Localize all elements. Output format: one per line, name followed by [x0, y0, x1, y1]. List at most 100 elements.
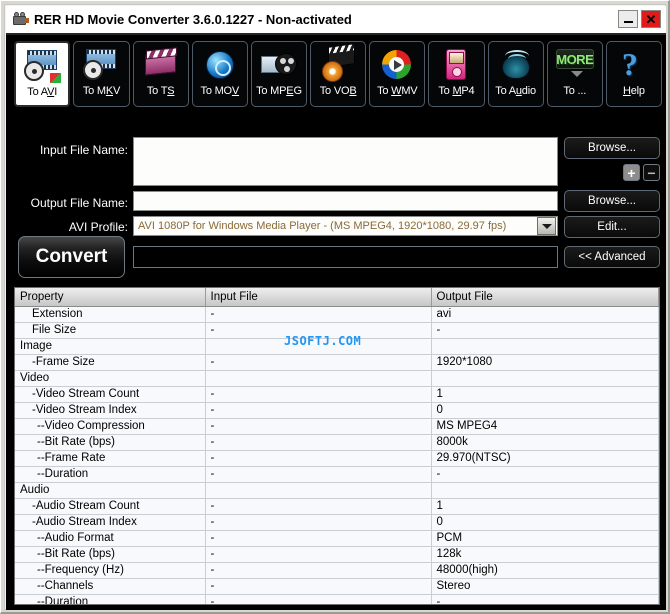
mkv-film-icon: [81, 47, 121, 83]
toolbar-button-to-mov[interactable]: To MOV: [191, 41, 248, 107]
cell-output-file: [431, 482, 659, 499]
cell-input-file: -: [205, 386, 432, 403]
application-body: To AVI To MKV To TS To MOV To MPEG To VO…: [6, 33, 666, 610]
table-row[interactable]: --Duration - -: [15, 466, 659, 483]
title-bar: RER HD Movie Converter 3.6.0.1227 - Non-…: [6, 6, 666, 33]
table-header-row: Property Input File Output File: [15, 288, 659, 307]
more-icon-text: MORE: [556, 51, 594, 67]
cell-input-file: -: [205, 514, 432, 531]
ts-clapper-icon: [141, 47, 181, 83]
add-file-button[interactable]: +: [623, 164, 640, 181]
cell-input-file: -: [205, 578, 432, 595]
minimize-button[interactable]: [618, 10, 638, 28]
toolbar-button-to-more[interactable]: MORE To ...: [546, 41, 603, 107]
column-header-input-file[interactable]: Input File: [205, 288, 432, 307]
browse-output-button[interactable]: Browse...: [564, 190, 660, 212]
toolbar-label-to-avi: To AVI: [27, 86, 58, 98]
convert-button[interactable]: Convert: [18, 236, 125, 278]
toolbar-button-to-avi[interactable]: To AVI: [14, 41, 71, 107]
table-row[interactable]: --Frequency (Hz) -48000(high): [15, 562, 659, 579]
cell-property: --Channels: [15, 578, 206, 595]
table-row[interactable]: --Channels - Stereo: [15, 578, 659, 595]
cell-property: -Frame Size: [15, 354, 206, 371]
toolbar-label-to-wmv: To WMV: [377, 85, 418, 97]
table-row[interactable]: -Audio Stream Count -1: [15, 498, 659, 515]
table-row[interactable]: -Audio Stream Index -0: [15, 514, 659, 531]
column-header-property[interactable]: Property: [15, 288, 206, 307]
table-row[interactable]: -Video Stream Index -0: [15, 402, 659, 419]
window-title: RER HD Movie Converter 3.6.0.1227 - Non-…: [34, 12, 352, 27]
cell-output-file: 1: [431, 386, 659, 403]
table-row[interactable]: --Bit Rate (bps) -128k: [15, 546, 659, 563]
toolbar-label-help: Help: [622, 85, 645, 97]
cell-property: --Duration: [15, 594, 206, 604]
cell-output-file: MS MPEG4: [431, 418, 659, 435]
cell-input-file: -: [205, 562, 432, 579]
cell-input-file: -: [205, 466, 432, 483]
toolbar-button-to-vob[interactable]: To VOB: [310, 41, 367, 107]
remove-file-button[interactable]: −: [643, 164, 660, 181]
advanced-toggle-button[interactable]: << Advanced: [564, 246, 660, 268]
table-row[interactable]: --Frame Rate -29.970(NTSC): [15, 450, 659, 467]
toolbar-button-to-mpeg[interactable]: To MPEG: [250, 41, 308, 107]
toolbar-label-to-mkv: To MKV: [82, 85, 121, 97]
table-row[interactable]: Audio: [15, 482, 659, 499]
conversion-form: Input File Name: Browse... + − Output Fi…: [6, 111, 666, 281]
cell-property: -Audio Stream Count: [15, 498, 206, 515]
cell-property: Video: [15, 370, 206, 387]
table-row[interactable]: File Size - -: [15, 322, 659, 339]
browse-input-button[interactable]: Browse...: [564, 137, 660, 159]
table-row[interactable]: --Audio Format - PCM: [15, 530, 659, 547]
input-file-field[interactable]: [133, 137, 558, 186]
cell-property: File Size: [15, 322, 206, 339]
cell-property: --Video Compression: [15, 418, 206, 435]
properties-table: Property Input File Output File Extensio…: [15, 288, 659, 604]
cell-output-file: [431, 338, 659, 355]
toolbar-label-to-more: To ...: [563, 85, 587, 97]
cell-input-file: -: [205, 418, 432, 435]
cell-input-file: -: [205, 594, 432, 604]
cell-input-file: [205, 482, 432, 499]
edit-profile-button[interactable]: Edit...: [564, 216, 660, 238]
cell-output-file: -: [431, 466, 659, 483]
close-button[interactable]: ✕: [641, 10, 661, 28]
toolbar-label-to-ts: To TS: [146, 85, 175, 97]
table-row[interactable]: Extension - avi: [15, 306, 659, 323]
cell-property: --Duration: [15, 466, 206, 483]
table-row[interactable]: --Duration - -: [15, 594, 659, 604]
toolbar-button-to-wmv[interactable]: To WMV: [369, 41, 426, 107]
toolbar-button-to-mkv[interactable]: To MKV: [73, 41, 130, 107]
cell-property: --Bit Rate (bps): [15, 434, 206, 451]
toolbar-label-to-mov: To MOV: [200, 85, 240, 97]
cell-output-file: 48000(high): [431, 562, 659, 579]
toolbar-button-to-mp4[interactable]: To MP4: [428, 41, 485, 107]
output-file-field[interactable]: [133, 191, 558, 211]
chevron-down-icon[interactable]: [537, 217, 556, 235]
mp4-ipod-icon: [436, 47, 476, 83]
close-icon: ✕: [645, 11, 657, 27]
toolbar-button-help[interactable]: ? Help: [605, 41, 662, 107]
toolbar-button-to-ts[interactable]: To TS: [132, 41, 189, 107]
toolbar-button-to-audio[interactable]: To Audio: [487, 41, 544, 107]
avi-profile-dropdown[interactable]: AVI 1080P for Windows Media Player - (MS…: [133, 216, 558, 236]
cell-input-file: -: [205, 546, 432, 563]
table-row[interactable]: --Bit Rate (bps) -8000k: [15, 434, 659, 451]
toolbar-label-to-mp4: To MP4: [438, 85, 475, 97]
table-row[interactable]: Image: [15, 338, 659, 355]
cell-input-file: -: [205, 306, 432, 323]
help-question-icon: ?: [614, 47, 654, 83]
cell-property: Extension: [15, 306, 206, 323]
cell-input-file: [205, 370, 432, 387]
column-header-output-file[interactable]: Output File: [431, 288, 659, 307]
app-camera-icon: [12, 11, 29, 28]
table-row[interactable]: -Video Stream Count -1: [15, 386, 659, 403]
table-row[interactable]: --Video Compression - MS MPEG4: [15, 418, 659, 435]
cell-input-file: -: [205, 322, 432, 339]
media-properties-table[interactable]: Property Input File Output File Extensio…: [14, 287, 660, 605]
output-file-label: Output File Name:: [30, 196, 128, 210]
table-row[interactable]: Video: [15, 370, 659, 387]
avi-profile-value: AVI 1080P for Windows Media Player - (MS…: [138, 220, 507, 232]
avi-profile-label: AVI Profile:: [68, 220, 128, 234]
table-row[interactable]: -Frame Size -1920*1080: [15, 354, 659, 371]
cell-property: --Frame Rate: [15, 450, 206, 467]
